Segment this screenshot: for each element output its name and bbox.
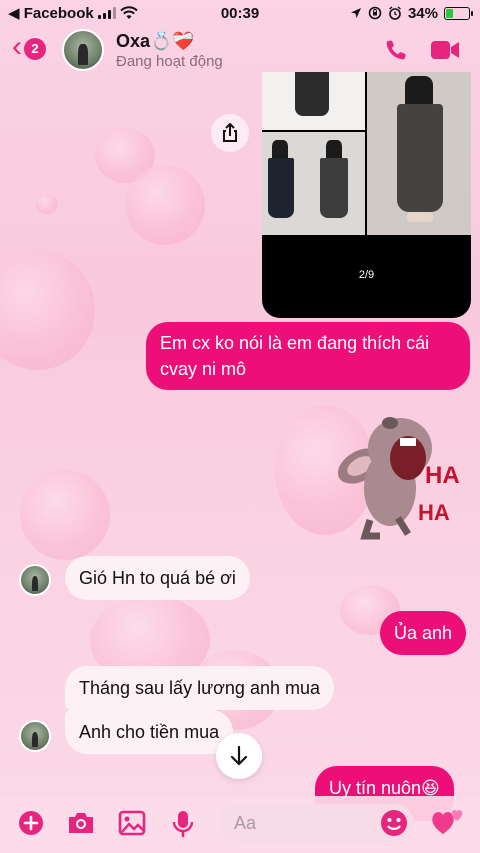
- message-bubble-incoming[interactable]: Tháng sau lấy lương anh mua: [65, 666, 334, 710]
- share-icon: [223, 123, 237, 142]
- plus-icon[interactable]: [18, 810, 44, 836]
- message-text: Tháng sau lấy lương anh mua: [79, 678, 320, 698]
- status-bar: ◀ Facebook 00:39 34%: [0, 0, 480, 26]
- message-text: Uy tín nuôn😆: [329, 778, 440, 798]
- video-camera-icon[interactable]: [430, 39, 460, 61]
- message-bubble-incoming[interactable]: Gió Hn to quá bé ơi: [65, 556, 250, 600]
- message-bubble-outgoing[interactable]: Ủa anh: [380, 611, 467, 655]
- emoji-icon[interactable]: [380, 809, 408, 837]
- background-heart: [20, 470, 110, 560]
- page-indicator: 2/9: [358, 269, 375, 281]
- sender-avatar[interactable]: [19, 720, 51, 752]
- background-heart: [125, 165, 205, 245]
- skirt-photo: [367, 72, 471, 235]
- message-bubble-outgoing[interactable]: Em cx ko nói là em đang thích cái cvay n…: [146, 322, 470, 390]
- message-text: Anh cho tiền mua: [79, 722, 220, 742]
- laughing-mouse-sticker[interactable]: HA HA: [330, 408, 470, 543]
- microphone-icon[interactable]: [172, 810, 194, 838]
- message-composer: [0, 796, 480, 853]
- rotation-lock-icon: [368, 6, 382, 20]
- phone-icon[interactable]: [384, 38, 408, 62]
- background-heart: [36, 194, 58, 214]
- shared-image-message[interactable]: 2/9: [262, 72, 471, 318]
- contact-avatar[interactable]: [62, 29, 104, 71]
- location-arrow-icon: [350, 8, 361, 18]
- back-chevron-icon: ‹: [12, 30, 22, 63]
- message-text: Ủa anh: [394, 623, 453, 643]
- contact-name[interactable]: Oxa💍❤️‍🩹: [116, 31, 195, 52]
- contact-active-status: Đang hoạt động: [116, 53, 223, 70]
- battery-percent: 34%: [407, 4, 438, 22]
- scroll-down-arrow-icon: [230, 745, 248, 766]
- skirt-photo: [262, 132, 365, 235]
- message-text: Gió Hn to quá bé ơi: [79, 568, 236, 588]
- conversation-header: ‹ 2 Oxa💍❤️‍🩹 Đang hoạt động: [0, 26, 480, 74]
- unread-count-badge: 2: [24, 37, 46, 60]
- sticker-text: HA: [425, 462, 460, 489]
- sticker-text: HA: [418, 500, 450, 525]
- share-button[interactable]: [211, 114, 249, 152]
- alarm-icon: [389, 6, 401, 20]
- battery-icon: [444, 6, 473, 20]
- back-button[interactable]: ‹ 2: [12, 30, 46, 63]
- message-bubble-incoming[interactable]: Anh cho tiền mua: [65, 710, 234, 754]
- skirt-photo: [262, 72, 365, 130]
- scroll-to-bottom-button[interactable]: [216, 733, 262, 779]
- camera-icon[interactable]: [66, 810, 96, 836]
- sender-avatar[interactable]: [19, 564, 51, 596]
- message-text: Em cx ko nói là em đang thích cái cvay n…: [160, 333, 430, 379]
- heart-like-icon[interactable]: [430, 806, 466, 838]
- gallery-icon[interactable]: [118, 810, 146, 836]
- background-heart: [0, 250, 95, 370]
